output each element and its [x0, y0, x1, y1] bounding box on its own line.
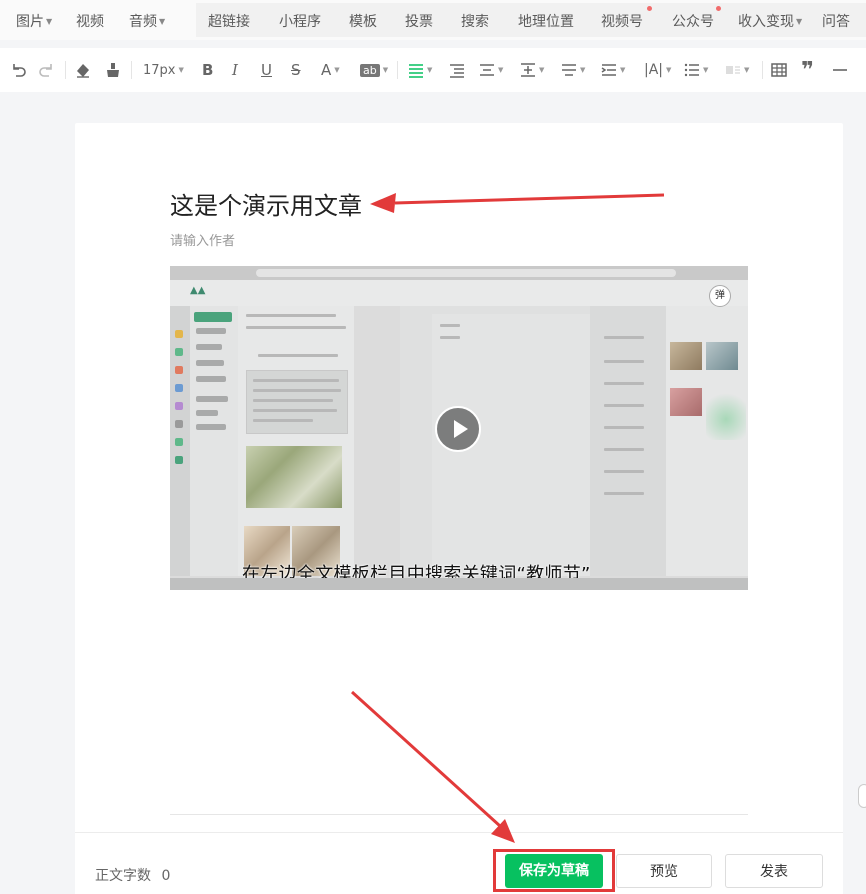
- menu-search[interactable]: 搜索: [461, 11, 489, 31]
- highlight-color-icon[interactable]: ab ▼: [360, 59, 388, 81]
- word-count-label: 正文字数: [95, 868, 151, 884]
- table-icon[interactable]: [771, 59, 787, 81]
- new-dot-icon: [716, 6, 721, 11]
- menu-video[interactable]: 视频: [76, 11, 104, 31]
- article-title[interactable]: 这是个演示用文章: [170, 186, 362, 221]
- video-danmaku-badge[interactable]: 弹: [709, 285, 731, 307]
- save-highlight-box: [493, 849, 615, 892]
- content-divider: [170, 814, 748, 815]
- video-template-list: [238, 306, 354, 576]
- menu-image[interactable]: 图片 ▼: [16, 11, 52, 31]
- text-width-icon[interactable]: |A| ▼: [644, 59, 671, 81]
- list-icon[interactable]: ▼: [684, 59, 708, 81]
- insert-menubar: 图片 ▼ 视频 音频 ▼ 超链接 小程序 模板 投票 搜索 地理位置 视频号 公众号…: [0, 0, 866, 40]
- video-side-tools: [590, 306, 670, 576]
- line-height-icon[interactable]: ▼: [520, 59, 544, 81]
- indent-left-icon[interactable]: [449, 59, 465, 81]
- video-right-panel: [666, 306, 748, 576]
- preview-button[interactable]: 预览: [616, 854, 712, 888]
- video-app-logo: ▲▲: [190, 285, 206, 296]
- new-dot-icon: [647, 6, 652, 11]
- menu-monetize[interactable]: 收入变现 ▼: [738, 11, 802, 31]
- paragraph-spacing-icon[interactable]: ▼: [479, 59, 503, 81]
- embedded-video[interactable]: ▲▲ 弹 在左边全文模板栏目中搜索关键词“教师节”: [170, 266, 748, 590]
- undo-icon[interactable]: [9, 59, 27, 81]
- bold-icon[interactable]: B: [202, 59, 213, 81]
- italic-icon[interactable]: I: [232, 59, 238, 81]
- menu-template[interactable]: 模板: [349, 11, 377, 31]
- align-icon[interactable]: ▼: [408, 59, 432, 81]
- format-toolbar: 17px ▼ B I U S A ▼ ab ▼ ▼ ▼ ▼ ▼ ▼ |A| ▼ ▼ ▼ …: [0, 48, 866, 92]
- strikethrough-icon[interactable]: S: [291, 59, 301, 81]
- font-color-icon[interactable]: A ▼: [321, 59, 340, 81]
- video-taskbar: [170, 578, 748, 590]
- menu-official-account[interactable]: 公众号: [672, 11, 714, 31]
- menu-miniprogram[interactable]: 小程序: [279, 11, 321, 31]
- menu-hyperlink[interactable]: 超链接: [208, 11, 250, 31]
- menu-vote[interactable]: 投票: [405, 11, 433, 31]
- video-browser-bar: [170, 266, 748, 280]
- divider-icon[interactable]: [832, 59, 848, 81]
- indent-icon[interactable]: ▼: [601, 59, 625, 81]
- menu-qa[interactable]: 问答: [822, 11, 850, 31]
- play-icon[interactable]: [435, 406, 481, 452]
- word-count: 正文字数 0: [95, 865, 170, 885]
- word-count-value: 0: [161, 868, 171, 884]
- redo-icon[interactable]: [38, 59, 56, 81]
- menu-channels[interactable]: 视频号: [601, 11, 643, 31]
- video-left-rail: [170, 306, 190, 576]
- publish-button[interactable]: 发表: [725, 854, 823, 888]
- menu-location[interactable]: 地理位置: [518, 11, 574, 31]
- author-field[interactable]: 请输入作者: [170, 230, 235, 249]
- image-layout-icon: ▼: [725, 59, 749, 81]
- format-brush-icon[interactable]: [104, 59, 122, 81]
- font-size-select[interactable]: 17px ▼: [143, 59, 184, 81]
- underline-icon[interactable]: U: [261, 59, 272, 81]
- video-nav: [190, 306, 238, 576]
- menu-audio[interactable]: 音频 ▼: [129, 11, 165, 31]
- quote-icon[interactable]: ❞: [801, 58, 814, 83]
- video-app-header: [170, 280, 748, 306]
- clear-format-icon[interactable]: [74, 59, 92, 81]
- letter-spacing-icon[interactable]: ▼: [561, 59, 585, 81]
- scroll-handle[interactable]: [858, 784, 866, 808]
